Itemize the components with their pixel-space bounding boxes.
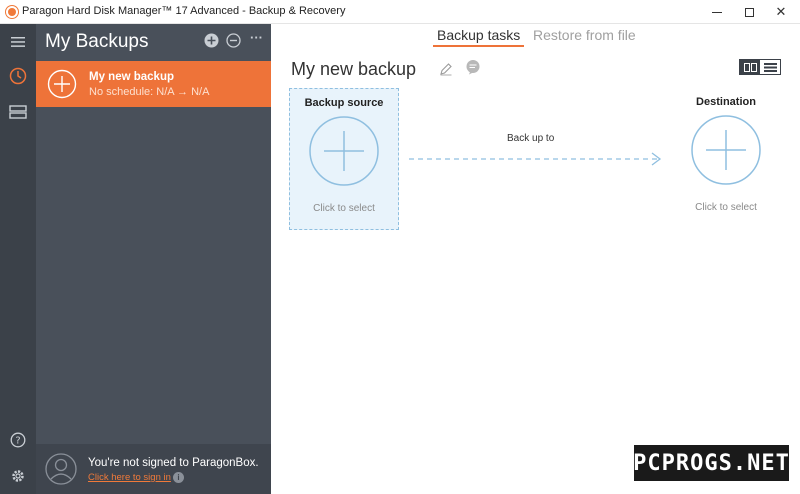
add-source-icon xyxy=(309,116,379,186)
backups-panel: My Backups ··· My new backup No schedule… xyxy=(36,24,271,494)
list-view-icon xyxy=(763,62,777,72)
panel-title: My Backups xyxy=(45,31,149,52)
remove-circle-icon xyxy=(226,33,241,48)
svg-text:?: ? xyxy=(15,436,20,447)
gear-icon[interactable] xyxy=(6,464,30,488)
backup-schedule: No schedule: N/A → N/A xyxy=(89,86,210,98)
close-button[interactable]: ✕ xyxy=(764,0,798,24)
minimize-button[interactable] xyxy=(700,0,734,24)
view-toggle xyxy=(739,59,781,75)
plus-circle-icon xyxy=(47,69,77,99)
destination-title: Destination xyxy=(696,96,756,108)
clock-icon[interactable] xyxy=(6,64,30,88)
destination-box[interactable]: Destination Click to select xyxy=(671,88,781,230)
watermark: PCPROGS.NET xyxy=(633,445,789,481)
backup-source-title: Backup source xyxy=(304,97,384,109)
drives-icon[interactable] xyxy=(6,100,30,124)
comment-icon[interactable] xyxy=(465,59,481,75)
destination-hint: Click to select xyxy=(695,202,757,213)
minimize-icon xyxy=(712,11,722,13)
title-bar: Paragon Hard Disk Manager™ 17 Advanced -… xyxy=(0,0,800,24)
list-view-button[interactable] xyxy=(760,60,780,74)
arrow-label: Back up to xyxy=(507,133,555,144)
info-icon[interactable]: i xyxy=(173,472,184,483)
backup-source-box[interactable]: Backup source Click to select xyxy=(289,88,399,230)
close-icon: ✕ xyxy=(775,4,787,19)
add-destination-icon xyxy=(691,115,761,185)
avatar-icon xyxy=(45,453,77,485)
grid-view-icon xyxy=(743,62,757,72)
account-status: You're not signed to ParagonBox. xyxy=(88,457,259,469)
maximize-button[interactable] xyxy=(732,0,766,24)
backup-list-item[interactable]: My new backup No schedule: N/A → N/A xyxy=(36,61,271,107)
tab-backup-tasks[interactable]: Backup tasks xyxy=(433,27,525,47)
grid-view-button[interactable] xyxy=(740,60,760,74)
edit-icon[interactable] xyxy=(439,62,453,76)
hamburger-menu-icon[interactable] xyxy=(6,30,30,54)
more-options-button[interactable]: ··· xyxy=(249,30,264,45)
arrow-right-icon xyxy=(409,152,662,166)
source-hint: Click to select xyxy=(313,203,375,214)
help-icon[interactable]: ? xyxy=(6,428,30,452)
tab-restore-from-file[interactable]: Restore from file xyxy=(529,27,640,45)
maximize-icon xyxy=(744,7,754,17)
add-backup-button[interactable] xyxy=(204,33,219,48)
account-section: You're not signed to ParagonBox. Click h… xyxy=(36,444,271,494)
backup-name: My new backup xyxy=(89,71,174,83)
window-title: Paragon Hard Disk Manager™ 17 Advanced -… xyxy=(22,5,346,17)
remove-backup-button[interactable] xyxy=(226,33,241,48)
page-title: My new backup xyxy=(291,59,417,79)
main-content: Backup tasks Restore from file My new ba… xyxy=(271,24,800,494)
sign-in-link[interactable]: Click here to sign in xyxy=(88,472,171,483)
app-logo-icon xyxy=(6,6,18,18)
add-circle-icon xyxy=(204,33,219,48)
navigation-rail: ? xyxy=(0,24,36,494)
